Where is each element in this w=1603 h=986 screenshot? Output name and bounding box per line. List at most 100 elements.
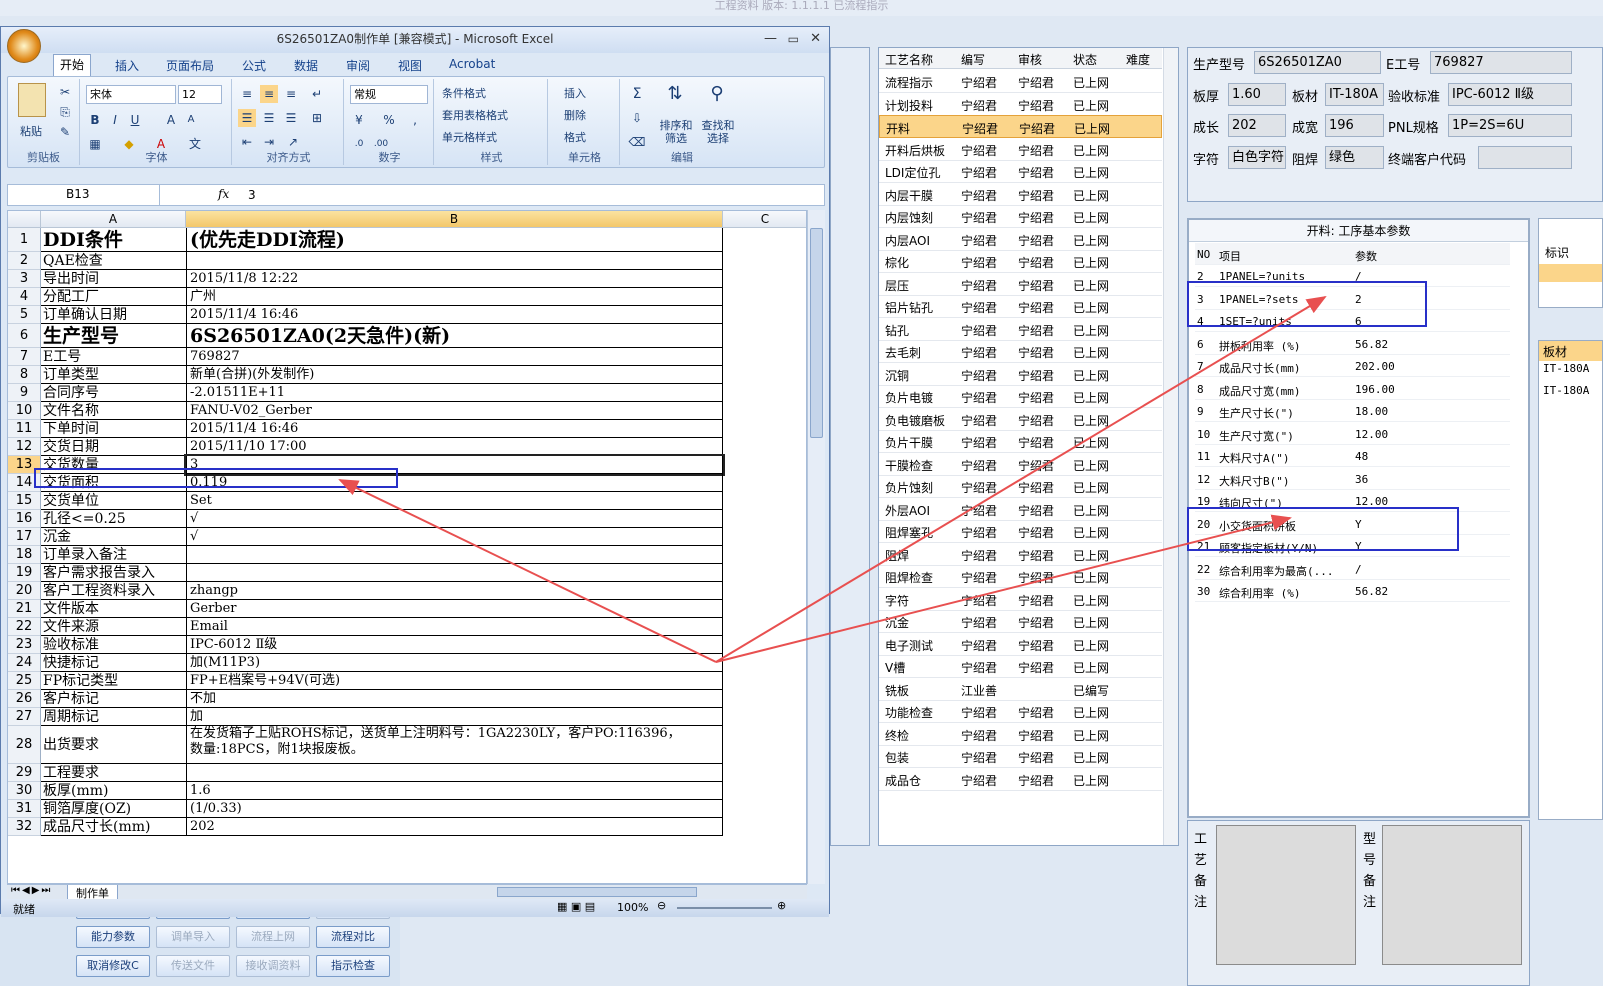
column-header-c[interactable]: C [723, 211, 806, 228]
tab-acrobat[interactable]: Acrobat [449, 57, 495, 71]
cell-a[interactable]: 快捷标记 [41, 654, 186, 672]
cell-a[interactable]: FP标记类型 [41, 672, 186, 690]
length-field[interactable]: 202 [1228, 114, 1286, 137]
process-row[interactable]: 负片干膜 宁绍君 宁绍君 已上网 [879, 430, 1162, 453]
process-row[interactable]: 负片电镀 宁绍君 宁绍君 已上网 [879, 385, 1162, 408]
process-row[interactable]: 外层AOI 宁绍君 宁绍君 已上网 [879, 498, 1162, 521]
cell-b[interactable]: 在发货箱子上贴ROHS标记，送货单上注明料号：1GA2230LY，客户PO:11… [186, 726, 723, 764]
autosum-icon[interactable]: Σ [628, 85, 646, 103]
cell-b[interactable]: 6S26501ZA0(2天急件)(新) [186, 324, 723, 348]
process-list[interactable]: 工艺名称 编写 审核 状态 难度 流程指示 宁绍君 宁绍君 已上网 计划投料 宁绍君 宁绍君… [878, 47, 1179, 846]
cell-a[interactable]: E工号 [41, 348, 186, 366]
percent-icon[interactable]: % [380, 111, 398, 129]
model-field[interactable]: 6S26501ZA0 [1254, 51, 1381, 74]
row-number[interactable]: 23 [8, 636, 41, 654]
row-number[interactable]: 28 [8, 726, 41, 764]
grow-font-icon[interactable]: A [162, 111, 180, 129]
number-format-combo[interactable]: 常规 [350, 85, 428, 104]
italic-icon[interactable]: I [106, 111, 124, 129]
cell-b[interactable]: √ [186, 510, 723, 528]
office-button-icon[interactable] [7, 29, 41, 63]
close-icon[interactable]: ✕ [810, 27, 821, 51]
eno-field[interactable]: 769827 [1430, 51, 1572, 74]
zoom-slider[interactable] [677, 907, 772, 909]
params-row[interactable]: 22 综合利用率为最高(... / [1195, 558, 1510, 580]
view-buttons-icon[interactable]: ▦ ▣ ▤ [557, 900, 595, 913]
row-number[interactable]: 21 [8, 600, 41, 618]
cell-b[interactable]: 202 [186, 818, 723, 836]
cell-b[interactable]: FANU-V02_Gerber [186, 402, 723, 420]
zoom-out-icon[interactable]: ⊖ [657, 899, 666, 912]
row-number[interactable]: 32 [8, 818, 41, 836]
cell-b[interactable]: Email [186, 618, 723, 636]
row-number[interactable]: 6 [8, 324, 41, 348]
cell-b[interactable] [186, 546, 723, 564]
process-row[interactable]: 终检 宁绍君 宁绍君 已上网 [879, 723, 1162, 746]
process-row[interactable]: 去毛刺 宁绍君 宁绍君 已上网 [879, 340, 1162, 363]
cell-a[interactable]: 文件版本 [41, 600, 186, 618]
cell-styles-button[interactable]: 单元格样式 [442, 129, 497, 145]
cell-a[interactable]: 文件名称 [41, 402, 186, 420]
process-row[interactable]: 成品仓 宁绍君 宁绍君 已上网 [879, 768, 1162, 791]
row-number[interactable]: 10 [8, 402, 41, 420]
cell-b[interactable]: 2015/11/10 17:00 [186, 438, 723, 456]
row-number[interactable]: 3 [8, 270, 41, 288]
tab-view[interactable]: 视图 [398, 57, 422, 74]
sort-filter-label[interactable]: 排序和筛选 [658, 119, 694, 145]
cell-b[interactable]: Gerber [186, 600, 723, 618]
row-number[interactable]: 12 [8, 438, 41, 456]
process-row[interactable]: 内层蚀刻 宁绍君 宁绍君 已上网 [879, 205, 1162, 228]
row-number[interactable]: 30 [8, 782, 41, 800]
cell-b[interactable]: 加 [186, 708, 723, 726]
column-header-a[interactable]: A [41, 211, 186, 228]
model-notes-textarea[interactable] [1382, 825, 1522, 965]
row-number[interactable]: 11 [8, 420, 41, 438]
row-number[interactable]: 22 [8, 618, 41, 636]
params-row[interactable]: 12 大料尺寸B(") 36 [1195, 468, 1510, 490]
row-number[interactable]: 9 [8, 384, 41, 402]
formula-input[interactable]: 3 [248, 188, 256, 202]
params-row[interactable]: 6 拼板利用率 (%) 56.82 [1195, 333, 1510, 355]
process-row[interactable]: LDI定位孔 宁绍君 宁绍君 已上网 [879, 160, 1162, 183]
fx-icon[interactable]: fx [218, 187, 229, 201]
process-row[interactable]: 层压 宁绍君 宁绍君 已上网 [879, 273, 1162, 296]
process-row[interactable]: 电子测试 宁绍君 宁绍君 已上网 [879, 633, 1162, 656]
sort-filter-icon[interactable]: ⇅ [666, 85, 684, 103]
row-number[interactable]: 15 [8, 492, 41, 510]
row-number[interactable]: 4 [8, 288, 41, 306]
paste-icon[interactable] [18, 83, 46, 117]
align-top-icon[interactable]: ≡ [238, 85, 256, 103]
cell-a[interactable]: 生产型号 [41, 324, 186, 348]
tab-formulas[interactable]: 公式 [242, 57, 266, 74]
find-select-icon[interactable]: ⚲ [708, 85, 726, 103]
underline-icon[interactable]: U [126, 111, 144, 129]
cell-b[interactable]: (优先走DDI流程) [186, 228, 723, 252]
cell-a[interactable]: 验收标准 [41, 636, 186, 654]
cell-a[interactable]: QAE检查 [41, 252, 186, 270]
process-row[interactable]: 负片蚀刻 宁绍君 宁绍君 已上网 [879, 475, 1162, 498]
row-number[interactable]: 19 [8, 564, 41, 582]
cell-b[interactable] [186, 252, 723, 270]
cell-a[interactable]: 订单类型 [41, 366, 186, 384]
cell-a[interactable]: 交货日期 [41, 438, 186, 456]
cell-a[interactable]: 出货要求 [41, 726, 186, 764]
horizontal-scroll-thumb[interactable] [497, 887, 697, 897]
material-side-row-1[interactable]: IT-180A [1543, 362, 1589, 375]
cell-b[interactable]: √ [186, 528, 723, 546]
row-number[interactable]: 27 [8, 708, 41, 726]
comma-icon[interactable]: , [406, 111, 424, 129]
process-scrollbar[interactable] [1163, 48, 1178, 845]
merge-icon[interactable]: ⊞ [308, 109, 326, 127]
zoom-in-icon[interactable]: ⊕ [777, 899, 786, 912]
name-box[interactable]: B13 [8, 185, 160, 205]
delete-cells-button[interactable]: 删除 [564, 107, 586, 123]
fill-icon[interactable]: ⇩ [628, 109, 646, 127]
font-name-combo[interactable]: 宋体 [86, 85, 176, 104]
worksheet-grid[interactable]: A B C 1 DDI条件 (优先走DDI流程) 2 QAE检查 3 导出时间 2015/11… [7, 210, 807, 884]
process-row[interactable]: 内层干膜 宁绍君 宁绍君 已上网 [879, 183, 1162, 206]
cell-a[interactable]: 铜箔厚度(OZ) [41, 800, 186, 818]
cell-a[interactable]: 客户需求报告录入 [41, 564, 186, 582]
bold-icon[interactable]: B [86, 111, 104, 129]
row-number[interactable]: 29 [8, 764, 41, 782]
process-row[interactable]: 沉铜 宁绍君 宁绍君 已上网 [879, 363, 1162, 386]
